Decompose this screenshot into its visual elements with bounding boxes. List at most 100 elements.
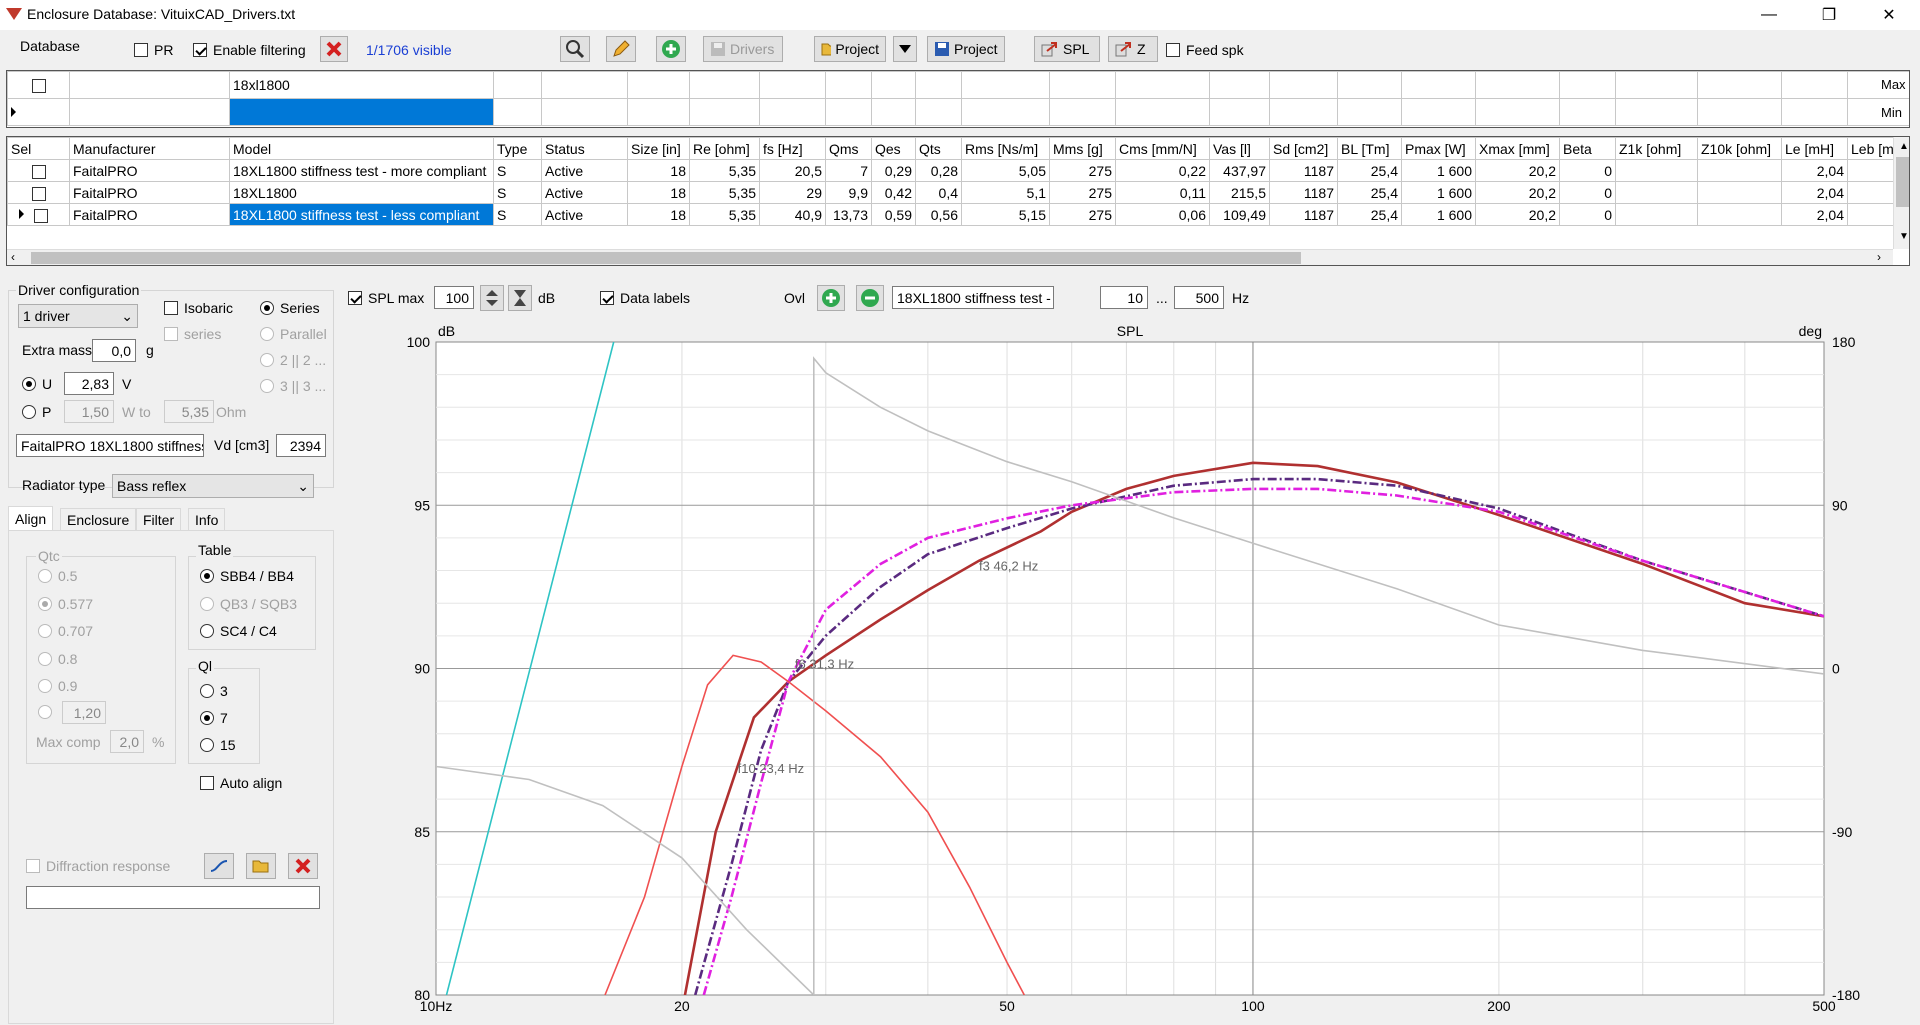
row-select-cell[interactable]	[7, 181, 70, 204]
table-row[interactable]: FaitalPRO 18XL1800 stiffness test - less …	[7, 203, 1909, 226]
freq-min-input[interactable]: 10	[1100, 286, 1148, 309]
vd-value[interactable]: 2394	[276, 434, 326, 457]
column-header[interactable]: Qes	[871, 137, 916, 160]
column-header[interactable]: Beta	[1559, 137, 1616, 160]
table-row[interactable]: FaitalPRO 18XL1800 S Active 18 5,35 29 9,9 0,42 0…	[7, 181, 1909, 204]
table-row[interactable]: FaitalPRO 18XL1800 stiffness test - more …	[7, 159, 1909, 182]
isobaric-checkbox[interactable]: Isobaric	[164, 300, 233, 316]
column-header[interactable]: BL [Tm]	[1337, 137, 1402, 160]
minimize-button[interactable]: —	[1746, 0, 1792, 30]
qtc-custom-input[interactable]: 1,20	[62, 701, 106, 724]
feed-spk-checkbox[interactable]: Feed spk	[1166, 42, 1244, 58]
filter-cell[interactable]	[1559, 98, 1616, 126]
filter-cell[interactable]	[1615, 71, 1698, 99]
filter-sel-checkbox[interactable]	[31, 79, 46, 94]
column-header[interactable]: Qts	[915, 137, 962, 160]
column-header[interactable]: Mms [g]	[1049, 137, 1116, 160]
enable-filtering-checkbox[interactable]: Enable filtering	[193, 42, 306, 58]
diffraction-file-input[interactable]	[26, 886, 320, 909]
p-radio[interactable]: P	[22, 404, 51, 420]
filter-cell[interactable]	[1781, 98, 1848, 126]
pr-checkbox[interactable]: PR	[134, 42, 173, 58]
horizontal-scrollbar[interactable]: ‹ ›	[7, 249, 1893, 265]
filter-cell[interactable]	[1697, 71, 1782, 99]
freq-max-input[interactable]: 500	[1174, 286, 1224, 309]
row-select-cell[interactable]	[7, 159, 70, 182]
filter-cell[interactable]	[541, 71, 628, 99]
max-comp-input[interactable]: 2,0	[110, 730, 144, 753]
column-header[interactable]: Status	[541, 137, 628, 160]
spl-max-checkbox[interactable]: SPL max	[348, 290, 424, 306]
edit-button[interactable]	[606, 36, 636, 62]
u-input[interactable]: 2,83	[64, 372, 114, 395]
filter-cell[interactable]	[759, 71, 826, 99]
column-header[interactable]: Sel	[7, 137, 70, 160]
tab-align[interactable]: Align	[8, 506, 54, 531]
column-header[interactable]: Cms [mm/N]	[1115, 137, 1210, 160]
close-window-button[interactable]: ✕	[1866, 0, 1912, 30]
filter-cell[interactable]	[493, 98, 542, 126]
filter-cell[interactable]	[1615, 98, 1698, 126]
column-header[interactable]: Size [in]	[627, 137, 690, 160]
column-header[interactable]: Z10k [ohm]	[1697, 137, 1782, 160]
filter-cell[interactable]	[627, 71, 690, 99]
column-header[interactable]: Pmax [W]	[1401, 137, 1476, 160]
filter-cell[interactable]	[961, 71, 1050, 99]
column-header[interactable]: Manufacturer	[69, 137, 230, 160]
project-load-button[interactable]: Project	[814, 36, 886, 62]
overlay-name-input[interactable]: 18XL1800 stiffness test - le	[892, 286, 1054, 309]
add-driver-button[interactable]	[656, 36, 686, 62]
diffraction-open-button[interactable]	[246, 853, 276, 879]
filter-cell[interactable]	[689, 98, 760, 126]
column-header[interactable]: fs [Hz]	[759, 137, 826, 160]
filter-cell[interactable]	[871, 71, 916, 99]
ql-radio-3[interactable]: 3	[200, 683, 228, 699]
option-2-radio[interactable]: 2 || 2 ...	[260, 352, 326, 368]
column-header[interactable]: Type	[493, 137, 542, 160]
filter-cell[interactable]	[1401, 71, 1476, 99]
filter-cell[interactable]	[1269, 98, 1338, 126]
spl-max-input[interactable]: 100	[434, 286, 474, 309]
restore-button[interactable]: ❐	[1806, 0, 1852, 30]
ohm-input[interactable]: 5,35	[164, 400, 214, 423]
filter-cell[interactable]	[69, 71, 230, 99]
diffraction-curve-button[interactable]	[204, 853, 234, 879]
qtc-radio-0[interactable]: 0.5	[38, 568, 77, 584]
parallel-radio[interactable]: Parallel	[260, 326, 327, 342]
filter-cell[interactable]	[759, 98, 826, 126]
filter-cell[interactable]	[825, 71, 872, 99]
tab-enclosure[interactable]: Enclosure	[60, 508, 137, 530]
search-button[interactable]	[560, 36, 590, 62]
column-header[interactable]: Vas [l]	[1209, 137, 1270, 160]
export-spl-button[interactable]: SPL	[1034, 36, 1100, 62]
project-save-button[interactable]: Project	[927, 36, 1005, 62]
filter-cell[interactable]	[1115, 98, 1210, 126]
filter-cell[interactable]	[627, 98, 690, 126]
extra-mass-input[interactable]: 0,0	[92, 339, 136, 362]
qtc-radio-4[interactable]: 0.9	[38, 678, 77, 694]
ql-radio-15[interactable]: 15	[200, 737, 236, 753]
filter-cell[interactable]	[541, 98, 628, 126]
filter-cell[interactable]	[1115, 71, 1210, 99]
filter-cell[interactable]	[1475, 71, 1560, 99]
row-select-checkbox[interactable]	[31, 186, 46, 201]
u-radio[interactable]: U	[22, 376, 52, 392]
qtc-radio-2[interactable]: 0.707	[38, 623, 93, 639]
column-header[interactable]: Model	[229, 137, 494, 160]
column-header[interactable]: Sd [cm2]	[1269, 137, 1338, 160]
filter-model-min[interactable]	[229, 98, 494, 126]
filter-cell[interactable]	[1337, 71, 1402, 99]
filter-cell[interactable]	[871, 98, 916, 126]
overlay-remove-button[interactable]	[856, 285, 884, 311]
filter-cell[interactable]	[1781, 71, 1848, 99]
filter-cell[interactable]	[825, 98, 872, 126]
column-header[interactable]: Le [mH]	[1781, 137, 1848, 160]
filter-cell[interactable]	[1269, 71, 1338, 99]
qtc-radio-3[interactable]: 0.8	[38, 651, 77, 667]
filter-cell[interactable]	[915, 71, 962, 99]
filter-cell[interactable]	[1049, 98, 1116, 126]
column-header[interactable]: Re [ohm]	[689, 137, 760, 160]
column-header[interactable]: Xmax [mm]	[1475, 137, 1560, 160]
project-dropdown-button[interactable]	[893, 36, 917, 62]
option-3-radio[interactable]: 3 || 3 ...	[260, 378, 326, 394]
